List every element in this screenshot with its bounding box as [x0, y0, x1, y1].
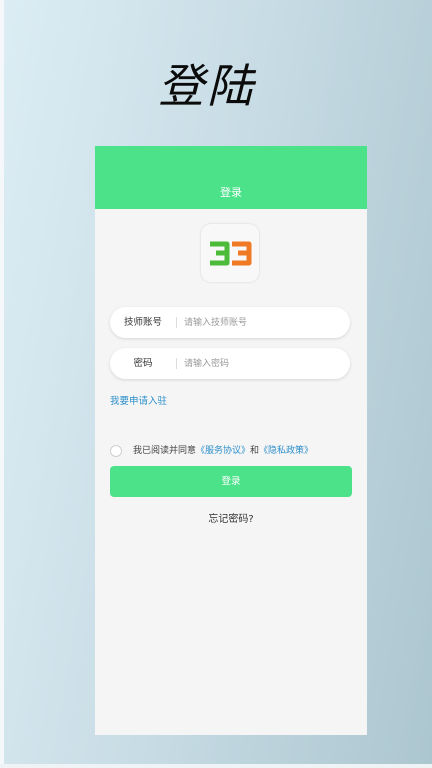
account-field[interactable]: 技师账号: [110, 307, 350, 338]
app-header-title: 登录: [220, 186, 242, 199]
privacy-policy-link[interactable]: 《隐私政策》: [259, 446, 313, 456]
hero-title: 登陆: [158, 59, 256, 113]
account-label: 技师账号: [123, 317, 162, 328]
field-divider: [176, 358, 177, 369]
service-agreement-link[interactable]: 《服务协议》: [196, 446, 250, 456]
agreement-and: 和: [250, 446, 260, 456]
field-divider: [176, 317, 177, 328]
radio-unchecked-icon[interactable]: [110, 445, 122, 457]
phone-screen: 登录 技师账号 密码 我要申请入驻 我已阅读并同意《服务协议》和《隐私政策》 登…: [95, 146, 367, 735]
bottom-edge: [0, 764, 432, 768]
password-input[interactable]: [184, 348, 342, 379]
password-label: 密码: [133, 358, 153, 369]
login-button[interactable]: 登录: [110, 466, 352, 497]
app-header: 登录: [95, 146, 367, 209]
apply-link[interactable]: 我要申请入驻: [110, 393, 167, 407]
app-logo: [201, 224, 259, 282]
forgot-password-link[interactable]: 忘记密码?: [95, 510, 367, 525]
logo-33-icon: [210, 241, 252, 266]
agreement-text: 我已阅读并同意《服务协议》和《隐私政策》: [133, 444, 313, 458]
password-field[interactable]: 密码: [110, 348, 350, 379]
account-input[interactable]: [184, 307, 342, 338]
agreement-prefix: 我已阅读并同意: [133, 446, 197, 456]
